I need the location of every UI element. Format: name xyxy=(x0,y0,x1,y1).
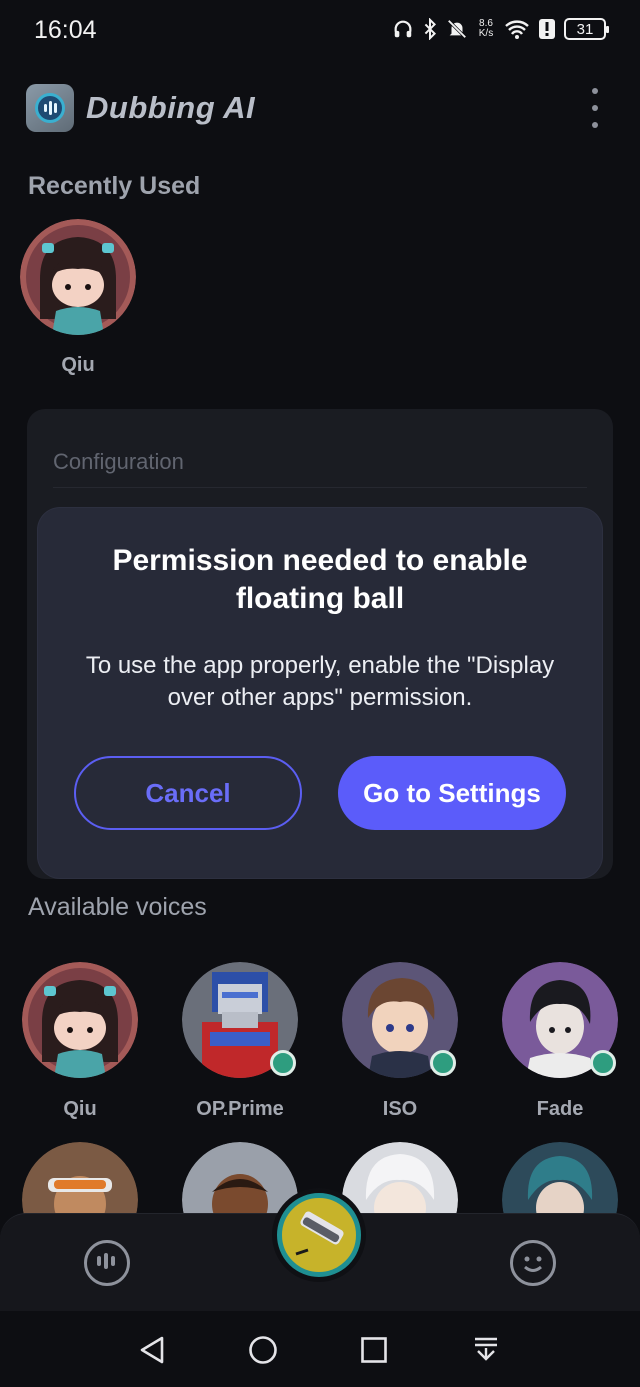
floating-ball-button[interactable] xyxy=(272,1188,366,1282)
headphones-icon xyxy=(394,20,412,38)
go-to-settings-button[interactable]: Go to Settings xyxy=(338,756,566,830)
app-title: Dubbing AI xyxy=(86,90,256,125)
mute-bell-icon xyxy=(447,19,467,39)
alert-icon xyxy=(539,19,555,39)
system-navigation-bar xyxy=(0,1311,640,1387)
status-time: 16:04 xyxy=(34,16,97,44)
voice-avatar-qiu[interactable] xyxy=(22,962,138,1078)
status-bar: 16:04 8.6 K/s 31 xyxy=(0,0,640,62)
wifi-icon xyxy=(505,20,529,39)
permission-dialog: Permission needed to enable floating bal… xyxy=(38,508,602,878)
cancel-button[interactable]: Cancel xyxy=(74,756,302,830)
recently-used-title: Recently Used xyxy=(28,172,201,200)
back-icon[interactable] xyxy=(138,1335,166,1365)
chat-voice-icon[interactable] xyxy=(84,1240,130,1286)
voice-badge-icon xyxy=(430,1050,456,1076)
more-options-icon[interactable] xyxy=(588,88,602,128)
home-icon[interactable] xyxy=(248,1335,278,1365)
voice-name-qiu: Qiu xyxy=(63,1098,97,1120)
configuration-label: Configuration xyxy=(53,449,184,474)
available-voices-title: Available voices xyxy=(28,893,207,921)
net-speed: 8.6 K/s xyxy=(478,18,494,39)
recents-icon[interactable] xyxy=(360,1336,388,1364)
voice-name-iso: ISO xyxy=(382,1098,418,1120)
voice-name-op-prime: OP.Prime xyxy=(196,1098,284,1120)
app-logo xyxy=(26,84,74,132)
divider xyxy=(53,487,587,488)
recent-avatar-name: Qiu xyxy=(61,354,95,376)
voice-name-fade: Fade xyxy=(536,1098,584,1120)
voice-badge-icon xyxy=(590,1050,616,1076)
dialog-title: Permission needed to enable floating bal… xyxy=(112,544,528,615)
status-icons: 8.6 K/s 31 xyxy=(392,18,609,40)
bluetooth-icon xyxy=(424,18,437,40)
dialog-message: To use the app properly, enable the "Dis… xyxy=(85,652,555,711)
recent-avatar-qiu[interactable] xyxy=(20,219,136,335)
battery-indicator: 31 xyxy=(564,18,609,40)
dropdown-menu-icon[interactable] xyxy=(472,1335,500,1365)
smiley-icon[interactable] xyxy=(510,1240,556,1286)
app-header: Dubbing AI xyxy=(26,84,616,138)
voice-badge-icon xyxy=(270,1050,296,1076)
